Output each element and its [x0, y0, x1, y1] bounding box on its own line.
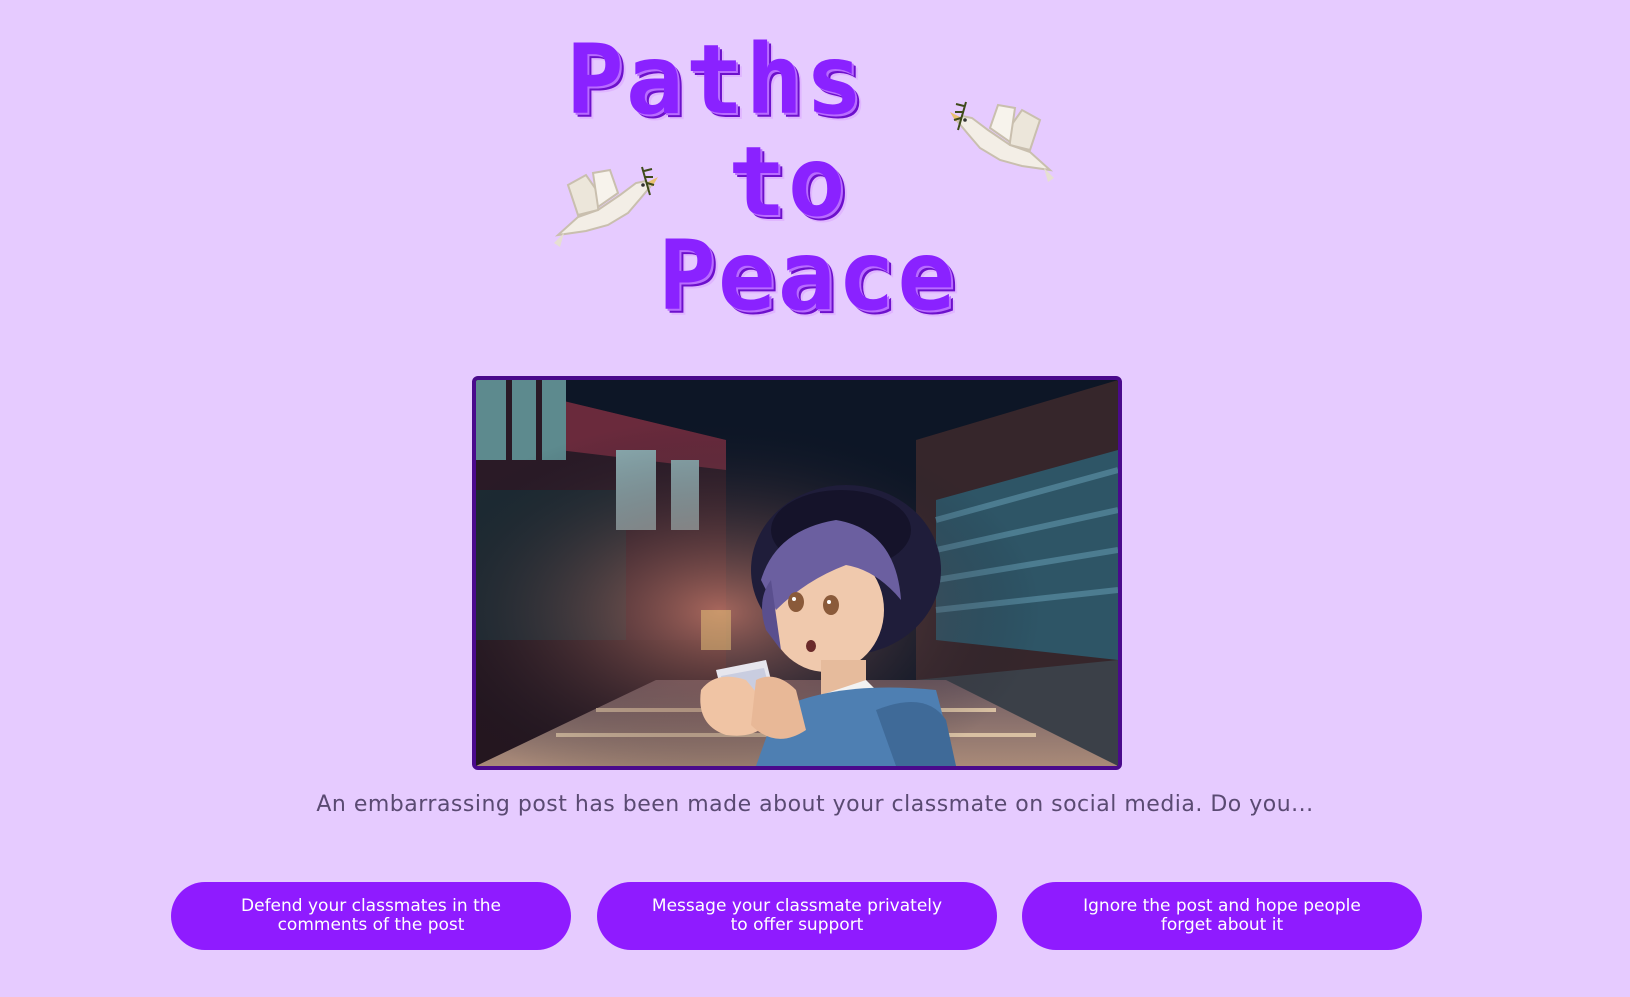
title-line-paths: Paths: [566, 24, 865, 136]
choice-message-privately-button[interactable]: Message your classmate privately to offe…: [597, 882, 997, 950]
student-reading-phone-illustration: [476, 380, 1118, 766]
scenario-prompt: An embarrassing post has been made about…: [316, 792, 1314, 817]
title-line-peace: Peace: [658, 220, 957, 332]
choice-defend-button[interactable]: Defend your classmates in the comments o…: [171, 882, 571, 950]
game-screen: Paths to Peace An embarrassing post has …: [0, 0, 1630, 997]
scene-illustration: [472, 376, 1122, 770]
dove-right-icon: [945, 90, 1060, 185]
choice-ignore-button[interactable]: Ignore the post and hope people forget a…: [1022, 882, 1422, 950]
title-line-to: to: [728, 126, 848, 238]
dove-left-icon: [548, 155, 663, 250]
